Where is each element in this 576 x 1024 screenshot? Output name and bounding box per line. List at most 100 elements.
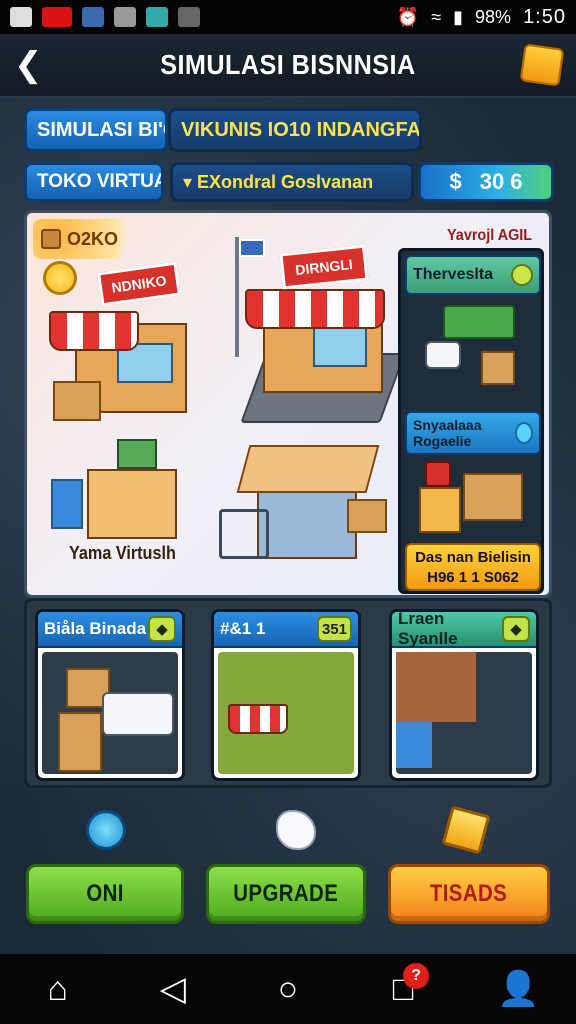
delivery-chip[interactable]: Therveslta [405, 255, 541, 295]
delivery-chip-label: Therveslta [413, 266, 494, 283]
supplier-chip[interactable]: Snyaalaaa Rogaelie [405, 411, 541, 455]
shop-1[interactable]: NDNIKO [47, 261, 197, 433]
money-value: 30 6 [479, 169, 523, 194]
tab-simulasi[interactable]: SIMULASI BI'O [24, 108, 168, 152]
truck-icon [425, 341, 461, 369]
oni-button[interactable]: ONI [26, 864, 184, 924]
map-icon[interactable] [519, 43, 565, 87]
panel-top-right-caption: Yavrojl AGIL [447, 227, 533, 244]
card-logistics[interactable]: Biåla Binada ◆ [35, 609, 185, 781]
shop-1-sign-text: NDNIKO [110, 272, 168, 296]
status-bar: ⏰ ≈ ▮ 98% 1:50 [0, 0, 576, 34]
computer-icon [396, 722, 432, 768]
card-office-badge: ◆ [502, 616, 530, 642]
notification-badge: ? [403, 963, 430, 989]
corner-badge: O2KO [33, 219, 143, 259]
recents-icon[interactable]: □ ? [375, 961, 431, 1017]
warehouse-roof [236, 445, 380, 493]
shop-label: TOKO VIRTUAL [37, 171, 161, 192]
screen-icon [117, 439, 157, 469]
shop-label-chip: TOKO VIRTUAL [24, 162, 164, 202]
kiosk-wall [87, 469, 177, 539]
currency-symbol: $ [449, 169, 462, 194]
offer-line-2: H96 1 1 S062 [427, 569, 519, 586]
battery-level: 98% [475, 6, 512, 27]
delivery-illustration [425, 305, 521, 395]
tab-industri[interactable]: VIKUNIS IO10 INDANGFAL [168, 108, 422, 152]
goods-crate-icon [463, 473, 523, 521]
shop-1-awning [49, 311, 139, 351]
tisads-button-label: TISADS [430, 880, 508, 907]
card-office-header: Lraen Syanlle ◆ [392, 612, 536, 648]
white-gear-icon [276, 810, 316, 850]
tab-industri-label: VIKUNIS IO10 INDANGFAL [181, 118, 422, 141]
crate-stack-icon [58, 712, 102, 772]
upgrade-button-label: UPGRADE [233, 880, 339, 907]
card-shop-title: #&1 1 [220, 619, 266, 638]
supplier-chip-label: Snyaalaaa Rogaelie [413, 417, 482, 449]
card-shop-body [218, 652, 354, 774]
corner-badge-label: O2KO [67, 228, 119, 249]
mini-shop-awning [228, 704, 288, 734]
card-office[interactable]: Lraen Syanlle ◆ [389, 609, 539, 781]
category-dropdown[interactable]: ▾ EXondral Goslvanan [170, 162, 414, 202]
profile-icon[interactable]: 👤 [490, 961, 546, 1017]
offer-line-1: Das nan Bielisin [415, 549, 531, 566]
game-icon [114, 7, 136, 27]
box-icon [41, 229, 61, 249]
shop-1-sign: NDNIKO [97, 261, 181, 307]
back-triangle-icon[interactable]: ◁ [145, 961, 201, 1017]
mini-shop-window [218, 732, 252, 766]
shop-2[interactable]: DIRNGLI [223, 233, 406, 433]
card-shop-header: #&1 1 351 [214, 612, 358, 648]
home-icon[interactable]: ⌂ [30, 961, 86, 1017]
card-logistics-badge: ◆ [148, 616, 176, 642]
tab-simulasi-label: SIMULASI BI'O [37, 118, 168, 141]
blue-gem-icon [80, 804, 132, 856]
tabs-row: SIMULASI BI'O VIKUNIS IO10 INDANGFAL [24, 108, 422, 152]
card-shop-badge: 351 [316, 616, 352, 642]
virtual-kiosk[interactable] [47, 439, 187, 549]
card-office-title: Lraen Syanlle [398, 609, 458, 648]
shop-2-window [313, 323, 367, 367]
side-panel: Therveslta Snyaalaaa Rogaelie Das nan Bi… [398, 248, 544, 594]
card-office-body [396, 652, 532, 774]
crate-icon [481, 351, 515, 385]
shield-icon [511, 264, 533, 286]
shop-2-sign: DIRNGLI [279, 244, 369, 290]
upgrade-button[interactable]: UPGRADE [206, 864, 366, 924]
fridge-icon [51, 479, 83, 529]
warehouse[interactable] [217, 439, 397, 579]
flag-icon [239, 239, 265, 257]
reward-icons-row [0, 800, 576, 860]
page-title: SIMULASI BISNNSIA [160, 49, 416, 80]
delivery-truck-icon [102, 692, 174, 736]
alarm-icon: ⏰ [396, 6, 420, 27]
tisads-button[interactable]: TISADS [388, 864, 550, 924]
red-bag-icon [425, 461, 451, 487]
fruit-crate [53, 381, 101, 421]
supplier-illustration [419, 461, 529, 537]
store-icon [146, 7, 168, 27]
offer-banner[interactable]: Das nan Bielisin H96 1 1 S062 [405, 543, 541, 591]
money-display: $ 30 6 [418, 162, 554, 202]
shield-icon [514, 422, 533, 444]
gold-box-icon [441, 805, 491, 855]
category-dropdown-value: ▾ EXondral Goslvanan [183, 171, 374, 192]
signal-icon: ▮ [453, 6, 464, 27]
calendar-icon [178, 7, 200, 27]
card-shop[interactable]: #&1 1 351 [211, 609, 361, 781]
tools-icon [82, 7, 104, 27]
shop-2-sign-text: DIRNGLI [294, 256, 354, 278]
warehouse-crate [347, 499, 387, 533]
card-logistics-title: Biåla Binada [44, 619, 147, 638]
info-row: TOKO VIRTUAL ▾ EXondral Goslvanan $ 30 6 [24, 162, 554, 202]
chevron-left-icon[interactable]: ❮ [14, 48, 48, 84]
home-circle-icon[interactable]: ○ [260, 961, 316, 1017]
app-header: ❮ SIMULASI BISNNSIA [0, 34, 576, 98]
wifi-icon: ≈ [431, 6, 442, 27]
gallery-icon [10, 7, 32, 27]
office-building-icon [396, 652, 476, 722]
notification-icons [10, 7, 200, 27]
clock: 1:50 [523, 5, 566, 28]
